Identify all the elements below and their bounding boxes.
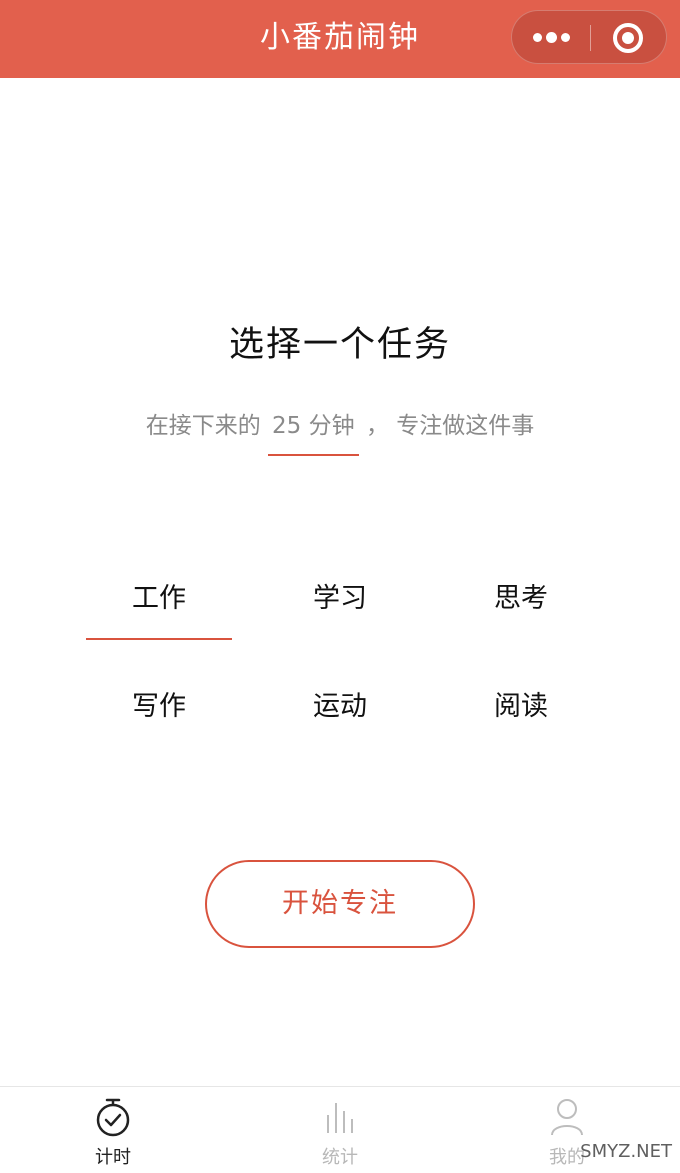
watermark: SMYZ.NET: [580, 1141, 672, 1162]
tab-timer[interactable]: 计时: [0, 1087, 226, 1173]
subtitle-suffix: ， 专注做这件事: [365, 413, 535, 439]
more-dots-icon-center: [546, 32, 557, 43]
user-icon: [551, 1099, 583, 1136]
task-option-work[interactable]: 工作: [86, 574, 232, 640]
bar-chart-icon: [327, 1103, 353, 1133]
bottom-tab-bar: 计时 统计 我的: [0, 1086, 680, 1173]
more-options-button[interactable]: [512, 11, 590, 65]
tab-statistics[interactable]: 统计: [227, 1087, 453, 1173]
stopwatch-icon: [96, 1098, 130, 1137]
task-option-think[interactable]: 思考: [448, 574, 594, 624]
task-option-exercise[interactable]: 运动: [267, 682, 413, 732]
focus-description: 在接下来的 25 分钟 ， 专注做这件事: [0, 406, 680, 456]
tab-label-statistics: 统计: [322, 1147, 358, 1168]
more-dots-icon: [533, 33, 542, 42]
task-option-read[interactable]: 阅读: [448, 682, 594, 732]
close-mini-program-button[interactable]: [591, 11, 668, 65]
duration-selector[interactable]: 25 分钟: [268, 406, 359, 456]
top-navigation-bar: 小番茄闹钟: [0, 0, 680, 78]
task-option-write[interactable]: 写作: [86, 682, 232, 732]
tab-label-timer: 计时: [95, 1147, 131, 1168]
target-circle-icon: [613, 23, 643, 53]
more-dots-icon-right: [561, 33, 570, 42]
page-heading: 选择一个任务: [228, 325, 451, 365]
subtitle-prefix: 在接下来的: [145, 413, 261, 439]
start-focus-button[interactable]: 开始专注: [205, 860, 475, 948]
task-option-study[interactable]: 学习: [267, 574, 413, 624]
mini-program-capsule: [511, 10, 667, 64]
